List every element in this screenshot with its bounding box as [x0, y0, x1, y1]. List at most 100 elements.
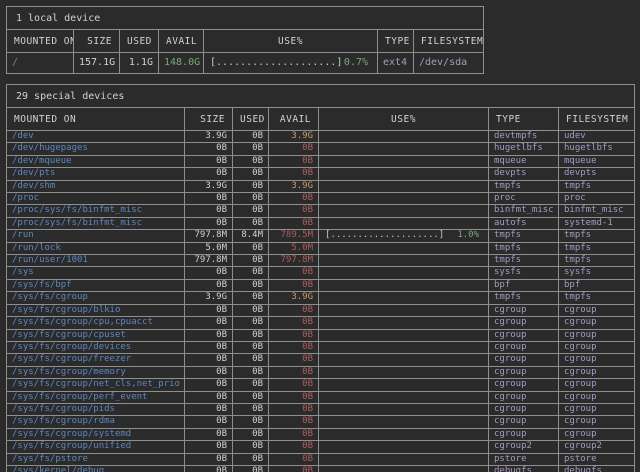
header-size: SIZE — [74, 30, 120, 53]
table-row: /sys/fs/cgroup/freezer 0B 0B 0B cgroup c… — [7, 354, 635, 366]
avail-cell: 0B — [269, 366, 319, 378]
local-table-header-row: MOUNTED ON SIZE USED AVAIL USE% TYPE FIL… — [7, 30, 484, 53]
avail-cell: 3.9G — [269, 180, 319, 192]
mounted-on-cell: /run/lock — [7, 242, 185, 254]
size-cell: 0B — [185, 465, 233, 472]
avail-cell: 3.9G — [269, 131, 319, 143]
type-cell: cgroup — [489, 403, 559, 415]
type-cell: devpts — [489, 168, 559, 180]
terminal-screen: 1 local device MOUNTED ON SIZE USED AVAI… — [0, 0, 640, 472]
avail-cell: 5.0M — [269, 242, 319, 254]
type-cell: cgroup — [489, 391, 559, 403]
special-table-title-row: 29 special devices — [7, 85, 635, 108]
size-cell: 0B — [185, 379, 233, 391]
type-cell: tmpfs — [489, 180, 559, 192]
table-row: /run/lock 5.0M 0B 5.0M tmpfs tmpfs — [7, 242, 635, 254]
table-row: /sys/kernel/debug 0B 0B 0B debugfs debug… — [7, 465, 635, 472]
header-size: SIZE — [185, 108, 233, 131]
mounted-on-cell: /sys/fs/cgroup/net_cls,net_prio — [7, 379, 185, 391]
used-cell: 0B — [233, 143, 269, 155]
table-row: /dev/mqueue 0B 0B 0B mqueue mqueue — [7, 155, 635, 167]
type-cell: proc — [489, 193, 559, 205]
mounted-on-cell: /dev/mqueue — [7, 155, 185, 167]
mounted-on-cell: /proc/sys/fs/binfmt_misc — [7, 205, 185, 217]
header-mounted-on: MOUNTED ON — [7, 30, 74, 53]
mounted-on-cell: /sys/fs/cgroup/blkio — [7, 304, 185, 316]
use-percent-cell — [319, 465, 489, 472]
table-row: /proc/sys/fs/binfmt_misc 0B 0B 0B autofs… — [7, 217, 635, 229]
avail-cell: 0B — [269, 304, 319, 316]
table-row: /sys/fs/pstore 0B 0B 0B pstore pstore — [7, 453, 635, 465]
used-cell: 0B — [233, 441, 269, 453]
mounted-on-cell: /dev/hugepages — [7, 143, 185, 155]
filesystem-cell: tmpfs — [559, 180, 635, 192]
use-percent-cell — [319, 155, 489, 167]
table-row: /sys/fs/cgroup/perf_event 0B 0B 0B cgrou… — [7, 391, 635, 403]
size-cell: 797.8M — [185, 255, 233, 267]
mounted-on-cell: /sys/fs/cgroup/devices — [7, 341, 185, 353]
size-cell: 0B — [185, 193, 233, 205]
used-cell: 0B — [233, 193, 269, 205]
type-cell: devtmpfs — [489, 131, 559, 143]
use-percent-cell — [319, 267, 489, 279]
use-percent-cell — [319, 428, 489, 440]
used-cell: 0B — [233, 391, 269, 403]
table-row: /proc 0B 0B 0B proc proc — [7, 193, 635, 205]
table-row: /dev/shm 3.9G 0B 3.9G tmpfs tmpfs — [7, 180, 635, 192]
filesystem-cell: cgroup — [559, 341, 635, 353]
size-cell: 0B — [185, 155, 233, 167]
avail-cell: 789.5M — [269, 230, 319, 242]
mounted-on-cell: /dev — [7, 131, 185, 143]
mounted-on-cell: /sys/kernel/debug — [7, 465, 185, 472]
filesystem-cell: udev — [559, 131, 635, 143]
avail-cell: 0B — [269, 329, 319, 341]
mounted-on-cell: /sys/fs/pstore — [7, 453, 185, 465]
size-cell: 797.8M — [185, 230, 233, 242]
header-avail: AVAIL — [269, 108, 319, 131]
avail-cell: 0B — [269, 428, 319, 440]
mounted-on-cell: /dev/pts — [7, 168, 185, 180]
used-cell: 0B — [233, 267, 269, 279]
type-cell: tmpfs — [489, 255, 559, 267]
table-row: /sys/fs/cgroup/pids 0B 0B 0B cgroup cgro… — [7, 403, 635, 415]
local-devices-table: 1 local device MOUNTED ON SIZE USED AVAI… — [6, 6, 484, 74]
used-cell: 0B — [233, 279, 269, 291]
avail-cell: 0B — [269, 279, 319, 291]
filesystem-cell: /dev/sda — [414, 53, 484, 74]
size-cell: 5.0M — [185, 242, 233, 254]
size-cell: 0B — [185, 205, 233, 217]
use-percent-cell — [319, 453, 489, 465]
table-row: /sys/fs/cgroup/cpu,cpuacct 0B 0B 0B cgro… — [7, 317, 635, 329]
type-cell: debugfs — [489, 465, 559, 472]
filesystem-cell: tmpfs — [559, 230, 635, 242]
used-cell: 0B — [233, 428, 269, 440]
header-mounted-on: MOUNTED ON — [7, 108, 185, 131]
size-cell: 0B — [185, 267, 233, 279]
type-cell: cgroup — [489, 366, 559, 378]
local-table-title: 1 local device — [7, 7, 484, 30]
use-percent-cell — [319, 279, 489, 291]
use-percent-cell — [319, 403, 489, 415]
filesystem-cell: binfmt_misc — [559, 205, 635, 217]
avail-cell: 0B — [269, 217, 319, 229]
special-table-header-row: MOUNTED ON SIZE USED AVAIL USE% TYPE FIL… — [7, 108, 635, 131]
avail-cell: 0B — [269, 465, 319, 472]
used-cell: 0B — [233, 217, 269, 229]
avail-cell: 0B — [269, 379, 319, 391]
table-row: /sys/fs/cgroup/devices 0B 0B 0B cgroup c… — [7, 341, 635, 353]
mounted-on-cell: /sys/fs/cgroup/cpuset — [7, 329, 185, 341]
size-cell: 0B — [185, 403, 233, 415]
size-cell: 0B — [185, 143, 233, 155]
filesystem-cell: cgroup — [559, 366, 635, 378]
avail-cell: 0B — [269, 453, 319, 465]
avail-cell: 0B — [269, 341, 319, 353]
type-cell: cgroup2 — [489, 441, 559, 453]
use-percent-cell — [319, 329, 489, 341]
header-filesystem: FILESYSTEM — [559, 108, 635, 131]
size-cell: 0B — [185, 304, 233, 316]
use-percent-cell — [319, 379, 489, 391]
mounted-on-cell: /run — [7, 230, 185, 242]
use-percent-cell — [319, 168, 489, 180]
used-cell: 1.1G — [120, 53, 159, 74]
avail-cell: 0B — [269, 403, 319, 415]
